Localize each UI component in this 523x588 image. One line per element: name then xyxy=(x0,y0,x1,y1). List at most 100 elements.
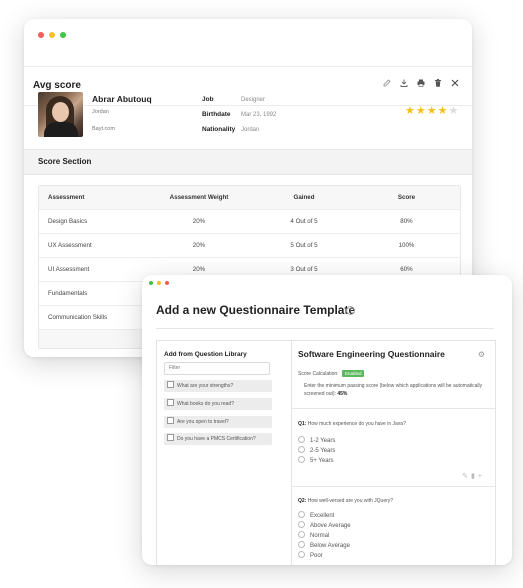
checkbox[interactable] xyxy=(167,417,174,424)
radio-option[interactable]: 5+ Years xyxy=(298,456,334,464)
avatar xyxy=(38,92,83,137)
score-calc-label: Score Calculation: xyxy=(298,371,339,377)
divider xyxy=(292,408,495,409)
question-text: How much experience do you have in Java? xyxy=(307,421,406,427)
table-cell: 20% xyxy=(192,266,206,273)
settings-icon[interactable]: ⚙ xyxy=(478,350,485,359)
option-label: Excellent xyxy=(310,513,335,519)
trash-icon[interactable]: ▮ xyxy=(471,473,478,480)
score-calculation: Score Calculation: Enabled xyxy=(298,370,365,377)
min-pass-value[interactable]: 45% xyxy=(337,391,347,397)
checkbox[interactable] xyxy=(167,399,174,406)
min-pass-text: Enter the minimum passing score (below w… xyxy=(304,382,484,398)
window-controls xyxy=(38,32,66,38)
option-label: 2-5 Years xyxy=(310,448,336,454)
divider xyxy=(156,328,494,329)
library-item-label: Do you have a PMCS Certification? xyxy=(177,436,256,442)
table-cell: 5 Out of 5 xyxy=(290,242,318,249)
library-item[interactable]: Are you open to travel? xyxy=(164,416,272,428)
table-cell: 20% xyxy=(192,242,206,249)
radio-icon[interactable] xyxy=(298,541,305,548)
maximize-dot[interactable] xyxy=(149,281,153,285)
questionnaire-title: Software Engineering Questionnaire xyxy=(298,349,445,359)
column-header: Gained xyxy=(293,194,315,201)
section-title: Score Section xyxy=(38,157,92,166)
questionnaire-window: Add a new Questionnaire Template i Add f… xyxy=(142,275,512,565)
question-number: Q1: xyxy=(298,421,307,427)
birthdate-label: Birthdate xyxy=(202,111,231,118)
table-cell: 4 Out of 5 xyxy=(290,218,318,225)
option-label: Below Average xyxy=(310,543,350,549)
table-row: UX Assessment 20% 5 Out of 5 100% xyxy=(39,234,460,258)
job-label: Job xyxy=(202,96,214,103)
section-header: Score Section xyxy=(24,149,472,175)
edit-icon[interactable] xyxy=(382,78,392,88)
status-badge[interactable]: Enabled xyxy=(341,370,365,377)
radio-option[interactable]: 2-5 Years xyxy=(298,446,335,454)
library-item[interactable]: What books do you read? xyxy=(164,398,272,410)
radio-option[interactable]: Normal xyxy=(298,531,329,539)
library-item[interactable]: Do you have a PMCS Certification? xyxy=(164,433,272,445)
trash-icon[interactable] xyxy=(433,78,443,88)
radio-option[interactable]: Poor xyxy=(298,551,323,559)
radio-icon[interactable] xyxy=(298,551,305,558)
radio-icon[interactable] xyxy=(298,446,305,453)
minimize-dot[interactable] xyxy=(157,281,161,285)
radio-option[interactable]: Excellent xyxy=(298,511,334,519)
question-1: Q1: How much experience do you have in J… xyxy=(298,421,406,427)
table-cell: 3 Out of 5 xyxy=(290,266,318,273)
filter-input[interactable] xyxy=(164,362,270,375)
close-dot[interactable] xyxy=(165,281,169,285)
minimize-dot[interactable] xyxy=(49,32,55,38)
table-cell: 80% xyxy=(400,218,413,225)
question-number: Q2: xyxy=(298,498,307,504)
rating-stars: ★★★★★ xyxy=(405,104,459,117)
birthdate-value: Mar 23, 1992 xyxy=(241,112,277,118)
checkbox[interactable] xyxy=(167,381,174,388)
job-value: Designer xyxy=(241,97,266,103)
radio-icon[interactable] xyxy=(298,436,305,443)
checkbox[interactable] xyxy=(167,434,174,441)
add-icon[interactable]: + xyxy=(478,473,485,480)
option-label: Normal xyxy=(310,533,330,539)
table-cell: 100% xyxy=(398,242,415,249)
question-actions: ✎▮+ xyxy=(462,472,485,480)
close-icon[interactable] xyxy=(450,78,460,88)
option-label: Above Average xyxy=(310,523,351,529)
table-row: Design Basics 20% 4 Out of 5 80% xyxy=(39,210,460,234)
table-cell: UX Assessment xyxy=(48,242,92,249)
download-icon[interactable] xyxy=(399,78,409,88)
table-cell: UI Assessment xyxy=(48,266,90,273)
radio-option[interactable]: Above Average xyxy=(298,521,351,529)
column-header: Score xyxy=(397,194,416,201)
table-cell: Communication Skills xyxy=(48,314,108,321)
radio-icon[interactable] xyxy=(298,511,305,518)
candidate-source: Bayt.com xyxy=(92,126,115,132)
questionnaire-area: Software Engineering Questionnaire ⚙ Sco… xyxy=(292,341,495,565)
table-cell: Fundamentals xyxy=(48,290,88,297)
info-icon[interactable]: i xyxy=(346,306,355,315)
radio-option[interactable]: 1-2 Years xyxy=(298,436,335,444)
library-title: Add from Question Library xyxy=(164,351,247,358)
question-library: Add from Question Library What are your … xyxy=(157,341,292,565)
library-item-label: What are your strengths? xyxy=(177,383,234,389)
table-cell: Design Basics xyxy=(48,218,88,225)
radio-icon[interactable] xyxy=(298,521,305,528)
radio-icon[interactable] xyxy=(298,456,305,463)
star-icon: ★ xyxy=(437,105,449,117)
print-icon[interactable] xyxy=(416,78,426,88)
star-icon: ★ xyxy=(448,105,460,117)
star-icon: ★ xyxy=(426,105,438,117)
maximize-dot[interactable] xyxy=(60,32,66,38)
library-item-label: Are you open to travel? xyxy=(177,419,229,425)
table-cell: 60% xyxy=(400,266,413,273)
library-item[interactable]: What are your strengths? xyxy=(164,380,272,392)
question-text: How well-versed are you with JQuery? xyxy=(307,498,394,504)
candidate-name: Abrar Abutouq xyxy=(92,94,152,104)
star-icon: ★ xyxy=(405,105,416,117)
option-label: 1-2 Years xyxy=(310,438,336,444)
radio-option[interactable]: Below Average xyxy=(298,541,350,549)
radio-icon[interactable] xyxy=(298,531,305,538)
close-dot[interactable] xyxy=(38,32,44,38)
edit-icon[interactable]: ✎ xyxy=(462,473,471,480)
